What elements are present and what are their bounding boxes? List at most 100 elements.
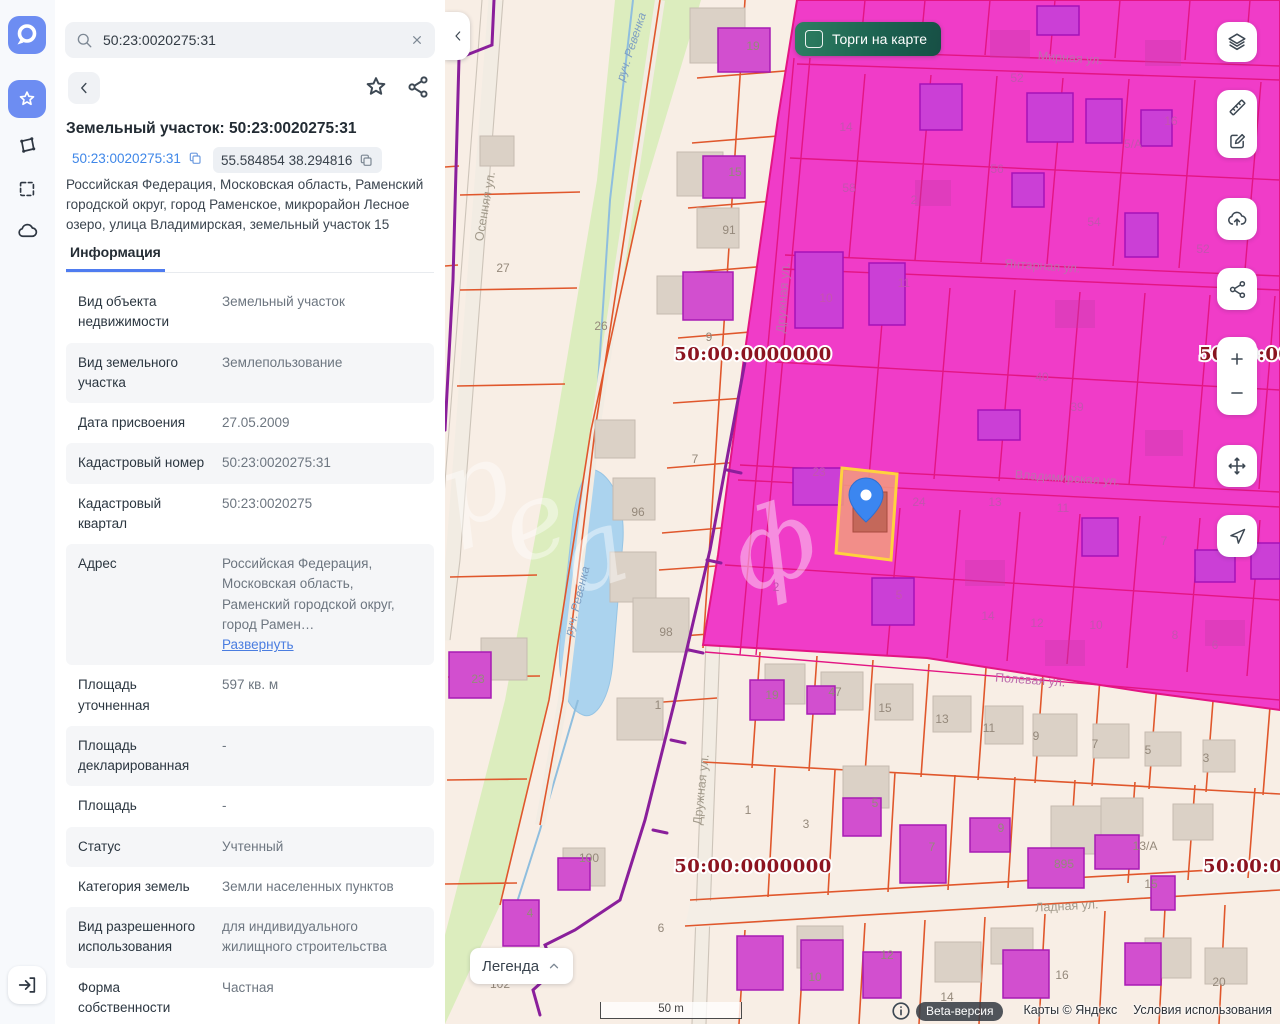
login-icon (16, 974, 38, 996)
row-label: Площадь уточненная (78, 675, 208, 716)
zoom-out-button[interactable] (1217, 376, 1257, 410)
locate-me-button[interactable] (1217, 515, 1257, 557)
parcel-number-label: 10 (808, 970, 822, 984)
parcel-number-label: 16 (1164, 114, 1178, 128)
parcel-number-label: 5 (1145, 743, 1152, 757)
parcel-number-label: 1 (655, 698, 662, 712)
share-object-button[interactable] (405, 74, 431, 105)
share-icon (1227, 279, 1248, 300)
sidebar-item-cloud[interactable] (8, 212, 46, 250)
parcel-number-label: 4 (527, 906, 534, 920)
yandex-copyright-link[interactable]: Карты © Яндекс (1023, 1003, 1117, 1017)
tab-bar: Информация (66, 244, 434, 273)
collapse-panel-button[interactable] (445, 12, 470, 60)
parcel-number-label: 10 (819, 291, 833, 305)
zoom-control (1217, 337, 1257, 415)
parcel-number-label: 12 (880, 948, 894, 962)
map-canvas[interactable]: реаф Мирная ул.Янтарная ул.Владимирская … (445, 0, 1280, 1024)
parcel-number-label: 23 (812, 465, 826, 479)
parcel-number-label: 3 (803, 817, 810, 831)
parcel-number-label: 14 (981, 609, 995, 623)
map-pin-dot (861, 490, 872, 501)
app-logo[interactable] (8, 16, 46, 54)
coordinates-chip[interactable]: 55.584854 38.294816 (213, 147, 382, 173)
table-row: Категория земельЗемли населенных пунктов (66, 867, 434, 907)
minus-icon (1226, 382, 1248, 404)
cadastral-map[interactable]: реаф Мирная ул.Янтарная ул.Владимирская … (445, 0, 1280, 1024)
search-bar[interactable] (65, 22, 435, 58)
trades-on-map-toggle[interactable]: Торги на карте (795, 22, 941, 56)
parcel-number-label: 7 (1092, 737, 1099, 751)
sidebar-item-favorites[interactable] (8, 80, 46, 118)
parcel-number-label: 19 (746, 39, 760, 53)
table-row: Кадастровый квартал50:23:0020275 (66, 484, 434, 545)
zoom-in-button[interactable] (1217, 342, 1257, 376)
parcel-number-label: 23 (471, 672, 485, 686)
coordinates-text: 55.584854 38.294816 (221, 153, 352, 168)
info-icon (890, 1000, 912, 1022)
parcel-number-label: 7 (1161, 534, 1168, 548)
edit-pencil-icon (1227, 131, 1248, 152)
parcel-number-label: 6 (658, 921, 665, 935)
measure-button[interactable] (1217, 90, 1257, 124)
back-button[interactable] (68, 72, 100, 104)
table-row: АдресРоссийская Федерация, Московская об… (66, 544, 434, 665)
draw-button[interactable] (1217, 124, 1257, 158)
polygon-icon (16, 134, 39, 157)
info-table: Вид объекта недвижимостиЗемельный участо… (66, 282, 434, 1024)
table-row: Дата присвоения27.05.2009 (66, 403, 434, 443)
map-attribution: Карты © Яндекс Условия использования (1023, 1003, 1272, 1017)
parcel-number-label: 895 (1054, 857, 1074, 871)
row-value: Землепользование (208, 353, 422, 394)
share-map-button[interactable] (1217, 268, 1257, 310)
dashed-square-icon (16, 178, 38, 200)
search-input[interactable] (101, 31, 401, 49)
parcel-number-label: 52 (1196, 242, 1210, 256)
copy-icon[interactable] (358, 152, 374, 168)
row-value: Земельный участок (208, 292, 422, 333)
row-value: 597 кв. м (208, 675, 422, 716)
share-icon (405, 74, 431, 100)
row-label: Вид разрешенного использования (78, 917, 208, 958)
row-value: Земли населенных пунктов (208, 877, 422, 897)
legend-label: Легенда (482, 958, 539, 975)
row-label: Площадь декларированная (78, 736, 208, 777)
sidebar-item-select-region[interactable] (8, 170, 46, 208)
sidebar-item-area-polygon[interactable] (8, 126, 46, 164)
legend-button[interactable]: Легенда (470, 948, 573, 984)
row-value: Учтенный (208, 837, 422, 857)
table-row: Площадь- (66, 786, 434, 826)
parcel-number-label: 19 (765, 688, 779, 702)
parcel-number-label: 10 (1089, 618, 1103, 632)
parcel-number-label: 14 (839, 120, 853, 134)
cadastral-number-chip[interactable]: 50:23:0020275:31 (66, 147, 209, 169)
move-icon (1226, 455, 1248, 477)
cloud-upload-icon (1226, 208, 1248, 230)
parcel-number-label: 91 (722, 223, 736, 237)
checkbox-icon[interactable] (805, 30, 823, 48)
parcel-number-label: 5 (896, 588, 903, 602)
parcel-number-label: 6 (1212, 638, 1219, 652)
selected-parcel[interactable] (836, 468, 897, 560)
expand-address-link[interactable]: Развернуть (222, 637, 294, 652)
terms-of-use-link[interactable]: Условия использования (1133, 1003, 1272, 1017)
copy-icon[interactable] (187, 150, 203, 166)
favorite-button[interactable] (363, 74, 389, 105)
chevron-up-icon (547, 959, 561, 973)
parcel-number-label: 52 (1010, 71, 1024, 85)
parcel-number-label: 9 (1033, 729, 1040, 743)
pan-mode-button[interactable] (1217, 445, 1257, 487)
layers-icon (1226, 31, 1248, 53)
parcel-number-label: 2 (911, 193, 918, 207)
row-label: Кадастровый номер (78, 453, 208, 473)
login-button[interactable] (8, 966, 46, 1004)
layers-button[interactable] (1217, 22, 1257, 62)
upload-button[interactable] (1217, 198, 1257, 240)
tab-information[interactable]: Информация (66, 244, 165, 272)
parcel-number-label: 5 (872, 796, 879, 810)
clear-search-icon[interactable] (409, 32, 425, 48)
parcel-number-label: 15 (728, 165, 742, 179)
table-row: СтатусУчтенный (66, 827, 434, 867)
info-button[interactable] (890, 1000, 912, 1022)
table-row: Вид объекта недвижимостиЗемельный участо… (66, 282, 434, 343)
